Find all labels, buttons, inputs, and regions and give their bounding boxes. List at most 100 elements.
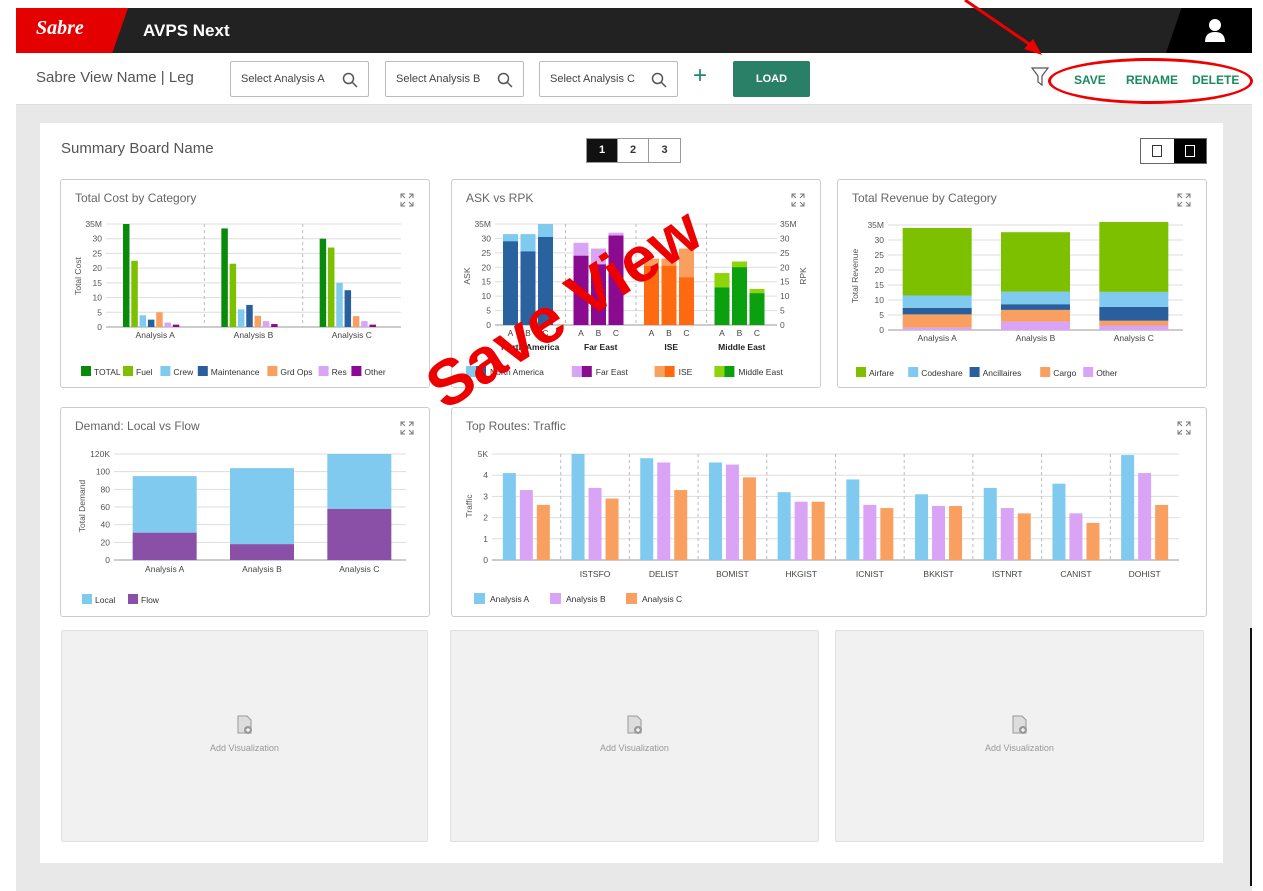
bar xyxy=(352,316,360,327)
bar-segment xyxy=(902,327,972,330)
page-button-2[interactable]: 2 xyxy=(618,139,649,162)
search-icon xyxy=(651,72,667,88)
bar xyxy=(1138,473,1152,560)
bar xyxy=(254,315,262,327)
bar-segment xyxy=(902,228,972,296)
bar xyxy=(932,505,946,560)
select-analysis-b-label: Select Analysis B xyxy=(396,73,481,85)
y-tick-label: 25 xyxy=(482,248,492,258)
add-analysis-button[interactable]: + xyxy=(693,62,707,90)
y-axis-label: Total Cost xyxy=(73,256,83,294)
bar-label: C xyxy=(542,328,548,338)
bar-segment xyxy=(1099,291,1169,307)
rpk-bar xyxy=(538,236,553,325)
layout-single-button[interactable] xyxy=(1141,139,1174,163)
bar xyxy=(983,487,997,560)
legend-swatch xyxy=(724,366,735,377)
bar xyxy=(657,462,671,560)
user-menu[interactable] xyxy=(1166,8,1252,53)
legend-label: Middle East xyxy=(738,367,783,377)
search-icon xyxy=(497,72,513,88)
legend-label: Analysis B xyxy=(566,594,606,604)
legend-label: Maintenance xyxy=(211,367,260,377)
empty-slot[interactable]: Add Visualization xyxy=(450,630,819,842)
x-tick-label: Analysis B xyxy=(1016,333,1056,343)
legend-swatch xyxy=(474,593,485,604)
y-tick-label: 15 xyxy=(875,280,885,290)
legend-swatch xyxy=(81,366,91,376)
bar xyxy=(1155,504,1169,560)
bar xyxy=(369,324,376,327)
legend-swatch xyxy=(908,367,919,377)
empty-slot[interactable]: Add Visualization xyxy=(835,630,1204,842)
layout-grid-button[interactable] xyxy=(1173,139,1206,163)
empty-slot[interactable]: Add Visualization xyxy=(61,630,428,842)
bar xyxy=(147,319,155,327)
y-tick-label: 35M xyxy=(85,219,102,229)
y-axis-label: Traffic xyxy=(464,494,474,518)
bar xyxy=(571,454,585,560)
y-tick-label: 25 xyxy=(875,250,885,260)
brand-text: Sabre xyxy=(36,17,84,39)
bar-label: C xyxy=(613,328,619,338)
bar xyxy=(640,458,654,560)
bar xyxy=(361,321,368,327)
legend-swatch xyxy=(318,366,329,376)
bar xyxy=(536,504,550,560)
rpk-bar xyxy=(503,241,518,325)
bar xyxy=(246,304,253,327)
y-tick-label: 0 xyxy=(97,322,102,332)
bar-segment xyxy=(1001,304,1070,310)
y-tick-label: 10 xyxy=(482,291,492,301)
load-button[interactable]: LOAD xyxy=(733,61,810,97)
bar xyxy=(221,228,228,327)
bar-label: A xyxy=(578,328,584,338)
select-analysis-c[interactable]: Select Analysis C xyxy=(539,61,678,97)
legend-label: Res xyxy=(332,367,347,377)
y-tick-label: 20 xyxy=(482,262,492,272)
x-tick-label: Analysis B xyxy=(242,564,282,574)
y2-tick-label: 5 xyxy=(780,306,785,316)
bar-label: B xyxy=(666,328,672,338)
bar xyxy=(1121,455,1135,560)
legend-label: Grd Ops xyxy=(280,367,312,377)
bar-segment xyxy=(902,314,972,328)
group-label: Far East xyxy=(584,342,618,352)
bar-segment xyxy=(902,307,972,315)
y-tick-label: 1 xyxy=(483,534,488,544)
select-analysis-b[interactable]: Select Analysis B xyxy=(385,61,524,97)
y-tick-label: 5 xyxy=(879,310,884,320)
legend-swatch xyxy=(1040,367,1051,377)
y-tick-label: 40 xyxy=(101,520,111,530)
add-visualization-icon xyxy=(627,715,642,734)
bar xyxy=(164,322,171,327)
add-visualization-icon xyxy=(1012,715,1027,734)
y2-tick-label: 20 xyxy=(780,262,790,272)
page-button-3[interactable]: 3 xyxy=(649,139,680,162)
page-button-1[interactable]: 1 xyxy=(587,139,618,162)
legend-swatch xyxy=(197,366,208,376)
y-tick-label: 100 xyxy=(96,467,110,477)
layout-grid-icon xyxy=(1184,145,1195,157)
filter-icon[interactable] xyxy=(1031,67,1049,87)
y2-tick-label: 30 xyxy=(780,233,790,243)
bar-label: C xyxy=(683,328,689,338)
y-tick-label: 30 xyxy=(482,233,492,243)
legend-swatch xyxy=(550,593,561,604)
legend-swatch xyxy=(351,366,362,376)
divider xyxy=(1250,628,1252,886)
bar xyxy=(172,324,180,327)
bar xyxy=(131,260,138,327)
y-tick-label: 4 xyxy=(483,470,488,480)
bar xyxy=(674,490,688,560)
rpk-bar xyxy=(732,267,747,325)
bar xyxy=(123,224,130,327)
select-analysis-a[interactable]: Select Analysis A xyxy=(230,61,369,97)
top-bar: Sabre AVPS Next xyxy=(16,8,1252,53)
legend-label: North America xyxy=(490,367,544,377)
legend-label: Local xyxy=(95,595,115,605)
bar-label: A xyxy=(719,328,725,338)
legend-label: Ancillaires xyxy=(983,368,1022,378)
legend-label: Cargo xyxy=(1053,368,1076,378)
app-title: AVPS Next xyxy=(143,21,230,40)
